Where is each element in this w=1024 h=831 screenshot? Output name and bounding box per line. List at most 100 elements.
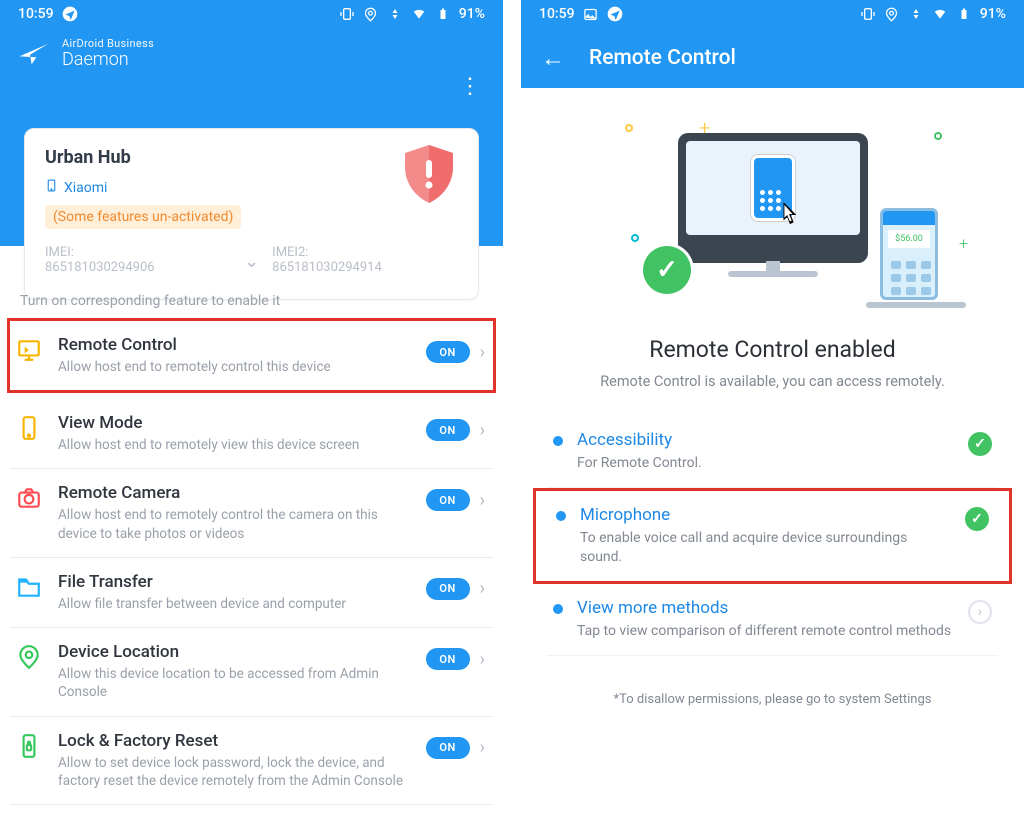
feature-icon — [16, 415, 42, 441]
app-name-bottom: Daemon — [62, 50, 154, 70]
permission-view-more-methods[interactable]: View more methods Tap to view comparison… — [547, 584, 998, 656]
feature-desc: Allow host end to remotely control the c… — [58, 506, 410, 542]
chevron-right-icon: › — [480, 649, 485, 670]
toggle-on-badge[interactable]: ON — [426, 648, 470, 670]
permission-microphone[interactable]: Microphone To enable voice call and acqu… — [533, 488, 1012, 584]
imei1-label: IMEI: — [45, 245, 231, 260]
status-time: 10:59 — [539, 6, 575, 22]
dot-decoration-icon — [631, 234, 639, 242]
phone-left: 10:59 91% AirDroid Business Daemon ⋮ — [0, 0, 503, 831]
feature-desc: Allow host end to remotely view this dev… — [58, 436, 410, 454]
status-battery: 91% — [980, 6, 1006, 22]
app-name-top: AirDroid Business — [62, 38, 154, 50]
battery-icon — [956, 6, 972, 22]
permissions-list: Accessibility For Remote Control. ✓ Micr… — [547, 416, 998, 656]
chevron-right-icon: › — [480, 578, 485, 599]
app-header: AirDroid Business Daemon ⋮ Urban Hub Xia… — [0, 28, 503, 246]
chevron-right-icon: › — [480, 737, 485, 758]
toggle-on-badge[interactable]: ON — [426, 341, 470, 363]
feature-icon — [16, 574, 42, 600]
warning-banner: (Some features un-activated) — [45, 205, 241, 229]
data-icon — [387, 6, 403, 22]
feature-title: Lock & Factory Reset — [58, 731, 410, 751]
bullet-icon — [553, 604, 563, 614]
permission-accessibility[interactable]: Accessibility For Remote Control. ✓ — [547, 416, 998, 488]
feature-row-view-mode[interactable]: View Mode Allow host end to remotely vie… — [10, 399, 493, 469]
chevron-right-circle-icon[interactable]: › — [968, 600, 992, 624]
bullet-icon — [553, 436, 563, 446]
feature-row-lock-factory-reset[interactable]: Lock & Factory Reset Allow to set device… — [10, 717, 493, 805]
feature-title: Device Location — [58, 642, 410, 662]
bullet-icon — [556, 511, 566, 521]
feature-icon — [16, 733, 42, 759]
chevron-right-icon: › — [480, 342, 485, 363]
imei2-value: 865181030294914 — [272, 260, 458, 275]
permission-desc: Tap to view comparison of different remo… — [577, 622, 954, 641]
status-battery: 91% — [459, 6, 485, 22]
feature-icon — [16, 644, 42, 670]
toggle-on-badge[interactable]: ON — [426, 489, 470, 511]
feature-row-remote-control[interactable]: Remote Control Allow host end to remotel… — [7, 318, 496, 393]
features-hint: Turn on corresponding feature to enable … — [20, 293, 483, 309]
features-panel: Turn on corresponding feature to enable … — [0, 275, 503, 831]
back-arrow-icon[interactable]: ← — [541, 46, 565, 70]
feature-title: Remote Control — [58, 335, 410, 355]
data-icon — [908, 6, 924, 22]
location-icon — [884, 6, 900, 22]
device-name: Urban Hub — [45, 147, 458, 168]
wifi-icon — [932, 6, 948, 22]
header-title: Remote Control — [589, 46, 736, 70]
check-icon: ✓ — [965, 507, 989, 531]
send-icon — [62, 6, 78, 22]
feature-desc: Allow this device location to be accesse… — [58, 665, 410, 701]
image-icon — [583, 6, 599, 22]
permission-title: Accessibility — [577, 430, 954, 450]
imei-section: IMEI: 865181030294906 ⌄ IMEI2: 865181030… — [45, 245, 458, 275]
remote-control-illustration: + + $56.00 ✓ — [521, 88, 1024, 318]
imei1-value: 865181030294906 — [45, 260, 231, 275]
chevron-right-icon: › — [480, 420, 485, 441]
toggle-on-badge[interactable]: ON — [426, 578, 470, 600]
imei2-label: IMEI2: — [272, 245, 458, 260]
phone-icon — [45, 178, 58, 197]
more-menu-icon[interactable]: ⋮ — [459, 74, 481, 99]
permission-desc: To enable voice call and acquire device … — [580, 529, 951, 567]
feature-title: Remote Camera — [58, 483, 410, 503]
chevron-right-icon: › — [480, 490, 485, 511]
vibrate-icon — [860, 6, 876, 22]
feature-desc: Allow host end to remotely control this … — [58, 358, 410, 376]
success-check-icon: ✓ — [643, 246, 691, 294]
shield-warning-icon — [402, 143, 456, 205]
feature-row-remote-camera[interactable]: Remote Camera Allow host end to remotely… — [10, 469, 493, 557]
feature-row-file-transfer[interactable]: File Transfer Allow file transfer betwee… — [10, 558, 493, 628]
terminal-icon: $56.00 — [880, 208, 938, 300]
permission-title: Microphone — [580, 505, 951, 525]
expand-chevron-icon[interactable]: ⌄ — [244, 251, 259, 272]
permission-desc: For Remote Control. — [577, 454, 954, 473]
device-brand: Xiaomi — [64, 180, 107, 196]
dot-decoration-icon — [625, 124, 633, 132]
feature-title: File Transfer — [58, 572, 410, 592]
permission-title: View more methods — [577, 598, 954, 618]
cursor-icon — [778, 202, 800, 228]
wifi-icon — [411, 6, 427, 22]
feature-icon — [16, 337, 42, 363]
dot-decoration-icon — [934, 132, 942, 140]
airdroid-logo-icon — [18, 41, 50, 67]
monitor-icon — [678, 133, 868, 263]
status-time: 10:59 — [18, 6, 54, 22]
feature-desc: Allow to set device lock password, lock … — [58, 754, 410, 790]
remote-control-heading: Remote Control enabled — [521, 336, 1024, 363]
vibrate-icon — [339, 6, 355, 22]
feature-row-device-location[interactable]: Device Location Allow this device locati… — [10, 628, 493, 716]
remote-control-subtitle: Remote Control is available, you can acc… — [521, 373, 1024, 390]
remote-control-header: ← Remote Control — [521, 28, 1024, 88]
plus-decoration-icon: + — [959, 234, 968, 253]
feature-icon — [16, 485, 42, 511]
phone-right: 10:59 91% ← Remote Control + + — [521, 0, 1024, 831]
footnote: *To disallow permissions, please go to s… — [521, 692, 1024, 707]
battery-icon — [435, 6, 451, 22]
send-icon — [607, 6, 623, 22]
toggle-on-badge[interactable]: ON — [426, 737, 470, 759]
toggle-on-badge[interactable]: ON — [426, 419, 470, 441]
